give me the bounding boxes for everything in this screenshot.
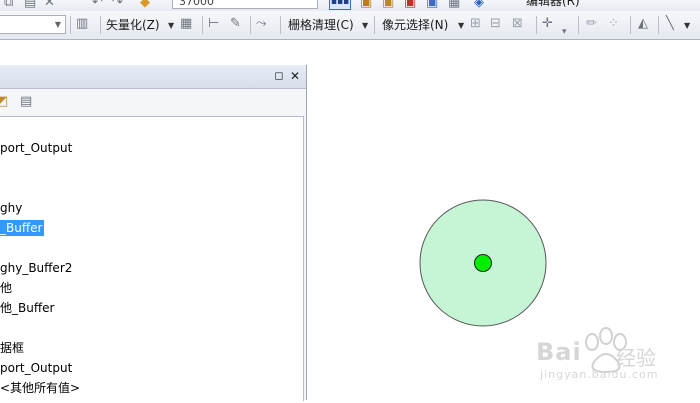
vectorize-menu[interactable]: 矢量化(Z) <box>106 18 160 32</box>
list-by-source-icon[interactable]: ◩ <box>0 95 8 109</box>
map-scale-input[interactable]: 37000 <box>172 0 318 9</box>
delete-icon[interactable]: ✕ <box>44 0 55 10</box>
watermark-brand: Bai <box>536 338 582 366</box>
editor-menu[interactable]: 编辑器(R) <box>526 0 580 8</box>
redo-icon[interactable]: ↷ <box>112 0 123 10</box>
options-icon[interactable]: ▤ <box>20 95 32 109</box>
chevron-down-icon: ▼ <box>684 21 691 30</box>
toolbox-icon[interactable]: ▣ <box>382 0 394 10</box>
crosshair-icon[interactable]: ✛ <box>542 17 553 31</box>
toc-item[interactable]: ghy_Buffer2 <box>0 260 72 276</box>
raster-toolbar: ▼ ▥ 矢量化(Z) ▼ ▦ ⊢ ✎ ⤳ 栅格清理(C) ▼ 像元选择(N) ▼… <box>0 11 700 40</box>
paste-icon[interactable]: ▤ <box>24 0 36 10</box>
raster-cleanup-menu[interactable]: 栅格清理(C) <box>288 18 354 32</box>
python-icon[interactable]: ▣ <box>404 0 416 10</box>
copy-icon[interactable]: ⧉ <box>4 0 13 10</box>
point-feature[interactable] <box>474 254 492 272</box>
toolbar-separator <box>578 16 579 34</box>
watermark-brand-suffix: 经验 <box>616 346 656 370</box>
toc-item[interactable]: port_Output <box>0 140 72 156</box>
toc-item[interactable]: 他_Buffer <box>0 300 54 316</box>
modelbuilder-icon[interactable]: ▣ <box>426 0 438 10</box>
toolbar-separator <box>536 16 537 34</box>
toc-item[interactable]: port_Output <box>0 360 72 376</box>
pencil-icon[interactable]: ✎ <box>230 17 241 31</box>
line-trace-icon[interactable]: ⊢ <box>208 17 219 31</box>
generate-features-icon[interactable]: ▦ <box>180 17 192 31</box>
chevron-down-icon: ▼ <box>54 20 61 29</box>
toc-item[interactable]: 他 <box>0 280 12 296</box>
select-cells-icon[interactable]: ⊠ <box>512 17 523 31</box>
layout-view-button[interactable]: ▪▪▪ <box>329 0 351 10</box>
toc-titlebar: ◻ ✕ <box>0 65 306 89</box>
watermark-url: jingyan.baidu.com <box>540 368 659 381</box>
toc-toolbar: ◩ ▤ <box>0 89 306 115</box>
cell-selection-menu[interactable]: 像元选择(N) <box>382 18 448 32</box>
chevron-down-icon: ▼ <box>362 21 369 30</box>
restore-icon[interactable]: ◻ <box>272 69 286 83</box>
close-icon[interactable]: ✕ <box>288 69 302 83</box>
table-of-contents-panel: ◻ ✕ ◩ ▤ port_Output ghy _Buffer ghy_Buff… <box>0 65 307 401</box>
baidu-watermark: Bai 经验 jingyan.baidu.com <box>536 322 700 384</box>
toc-item-selected[interactable]: _Buffer <box>0 220 45 236</box>
add-data-icon[interactable]: ◆ <box>140 0 150 10</box>
toolbar-separator <box>374 16 375 34</box>
toc-item[interactable]: 据框 <box>0 340 24 356</box>
editor-tool-icon[interactable]: ◈ <box>474 0 484 10</box>
select-connected-cells-icon[interactable]: ⊞ <box>470 17 481 31</box>
line-tool-icon[interactable]: ╲ <box>666 17 674 31</box>
toc-layer-list: port_Output ghy _Buffer ghy_Buffer2 他 他_… <box>0 116 304 401</box>
chevron-down-icon: ▼ <box>168 21 175 30</box>
toolbar-separator <box>630 16 631 34</box>
catalog-icon[interactable]: ▣ <box>360 0 372 10</box>
erase-icon[interactable]: ⁘ <box>608 17 619 31</box>
toolbar-separator <box>100 16 101 34</box>
toolbar-separator <box>202 16 203 34</box>
toolbar-separator <box>70 16 71 34</box>
chevron-down-icon: ▼ <box>458 21 465 30</box>
brush-icon[interactable]: ✏ <box>586 17 597 31</box>
toc-item[interactable]: ghy <box>0 200 22 216</box>
toc-item[interactable]: <其他所有值> <box>0 380 80 396</box>
undo-icon[interactable]: ↶ <box>92 0 103 10</box>
fill-icon[interactable]: ◭ <box>638 17 648 31</box>
toolbar-separator <box>658 16 659 34</box>
search-window-icon[interactable]: ▦ <box>448 0 460 10</box>
vectorization-settings-icon[interactable]: ▥ <box>76 17 88 31</box>
toolbar-separator <box>250 16 251 34</box>
interactive-select-icon[interactable]: ⊟ <box>490 17 501 31</box>
toolbar-separator <box>280 16 281 34</box>
layer-combo[interactable]: ▼ <box>0 15 66 34</box>
vectorization-trace-icon[interactable]: ⤳ <box>256 17 266 31</box>
toolbar-options-icon[interactable]: ▾ <box>562 25 567 39</box>
